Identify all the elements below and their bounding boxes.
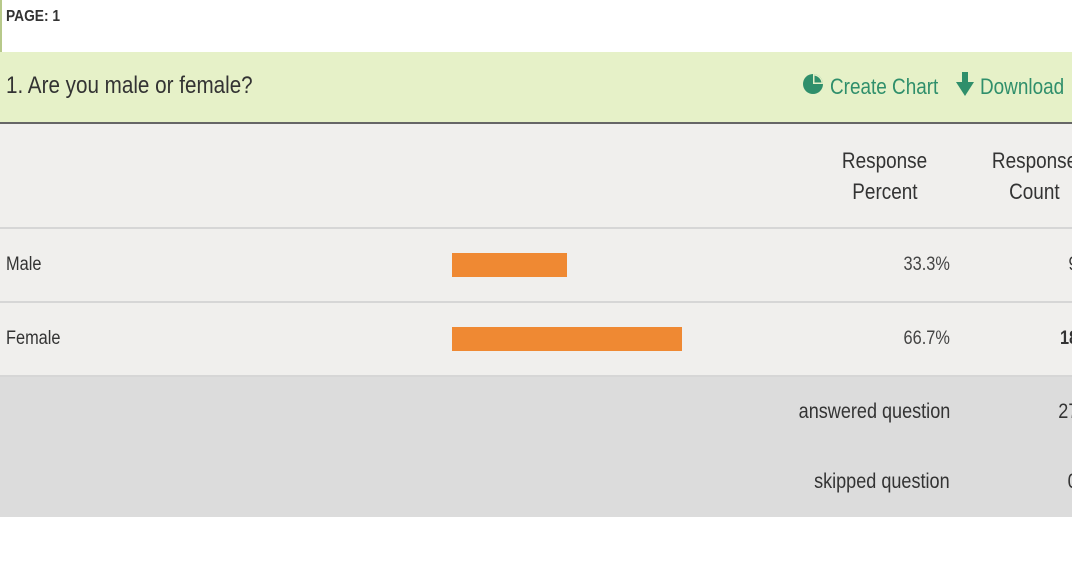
download-button[interactable]: Download [956,72,1064,102]
create-chart-button[interactable]: Create Chart [802,73,942,101]
response-percent: 66.7% [903,328,950,349]
table-row: Male 33.3% 9 [0,228,1072,303]
answer-label: Female [6,328,61,349]
left-rule [0,0,2,52]
table-row: Female 66.7% 18 [0,302,1072,377]
response-count-header: Response Count [950,124,1072,229]
create-chart-label: Create Chart [830,74,939,99]
page-label: PAGE: 1 [6,8,61,25]
answer-label: Male [6,254,42,275]
response-bar-track [452,327,752,351]
question-actions: Create Chart Download [802,72,1064,102]
table-header-row: Response Percent Response Count [0,124,1072,229]
question-title: 1. Are you male or female? [6,72,253,99]
response-percent-header: Response Percent [752,124,950,229]
response-percent: 33.3% [903,254,950,275]
skipped-question-value: 0 [1068,470,1072,494]
skipped-question-label: skipped question [814,470,950,493]
answered-question-value: 27 [1057,400,1072,423]
download-label: Download [980,74,1065,99]
answered-row: answered question 27 [0,376,1072,447]
question-header: 1. Are you male or female? Create Chart … [0,52,1072,124]
response-bar [452,327,682,351]
response-bar [452,253,567,277]
pie-chart-icon [802,73,824,101]
skipped-row: skipped question 0 [0,447,1072,517]
answered-question-label: answered question [798,400,950,423]
response-count: 18 [1059,328,1072,349]
response-bar-track [452,253,752,277]
download-arrow-icon [956,72,974,102]
results-table: Response Percent Response Count Male 33.… [0,124,1072,517]
